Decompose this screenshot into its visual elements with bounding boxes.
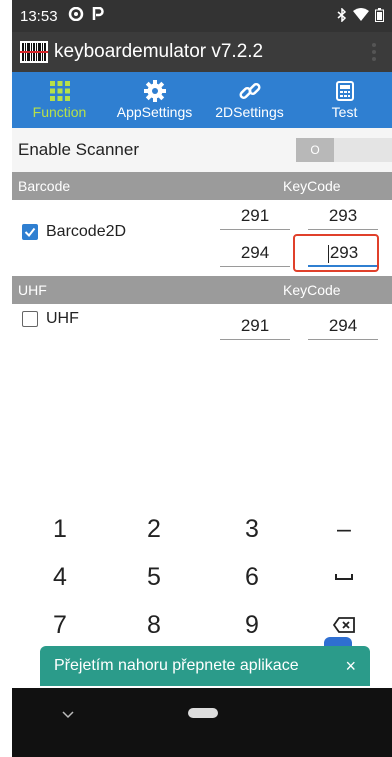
status-bar: 13:53	[12, 0, 392, 32]
key-2[interactable]: 2	[114, 510, 194, 548]
toggle-track	[334, 138, 392, 162]
tab-2dsettings-label: 2DSettings	[215, 104, 284, 120]
swipe-hint-toast: Přejetím nahoru přepnete aplikace ×	[40, 646, 370, 686]
key-8[interactable]: 8	[114, 606, 194, 644]
barcode-keycode-header: KeyCode	[283, 178, 341, 194]
tab-function[interactable]: Function	[12, 72, 107, 128]
tab-test[interactable]: Test	[297, 72, 392, 128]
link-icon	[238, 80, 261, 102]
key-space[interactable]	[304, 558, 384, 596]
tab-bar: Function AppSettings 2DSettings Test	[12, 72, 392, 128]
barcode-section-header: Barcode KeyCode	[12, 172, 392, 200]
backspace-icon	[333, 617, 355, 633]
tab-appsettings-label: AppSettings	[116, 104, 193, 120]
barcode-keycode-field-2[interactable]: 293	[308, 202, 378, 230]
app-title: keyboardemulator v7.2.2	[54, 41, 264, 62]
tab-test-label: Test	[331, 104, 358, 120]
app-bar: keyboardemulator v7.2.2	[12, 32, 392, 72]
phone-screen: 13:53 keyboardemulator v7.2.2 Function A…	[12, 0, 392, 757]
chevron-down-icon[interactable]	[62, 706, 74, 724]
status-time: 13:53	[20, 7, 58, 25]
uhf-label: UHF	[46, 310, 79, 327]
tab-appsettings[interactable]: AppSettings	[107, 72, 202, 128]
calculator-icon	[335, 80, 354, 102]
key-7[interactable]: 7	[20, 606, 100, 644]
battery-icon	[375, 7, 384, 25]
wifi-icon	[353, 8, 369, 24]
key-5[interactable]: 5	[114, 558, 194, 596]
gear-icon	[143, 80, 166, 102]
barcode2d-label: Barcode2D	[46, 223, 127, 240]
focus-highlight-box	[293, 234, 379, 272]
key-6[interactable]: 6	[212, 558, 292, 596]
key-3[interactable]: 3	[212, 510, 292, 548]
barcode2d-checkbox-row[interactable]: Barcode2D	[22, 223, 126, 241]
overflow-menu-icon[interactable]	[364, 43, 384, 61]
enable-scanner-row: Enable Scanner O	[12, 128, 392, 172]
parking-icon	[92, 6, 104, 25]
tab-function-label: Function	[32, 104, 87, 120]
key-1[interactable]: 1	[20, 510, 100, 548]
toggle-knob: O	[296, 138, 334, 162]
bluetooth-icon	[337, 6, 347, 25]
status-right-icons	[337, 6, 384, 25]
system-nav-bar	[12, 688, 392, 757]
uhf-keycode-field-1[interactable]: 291	[220, 312, 290, 340]
cast-icon	[68, 6, 84, 25]
uhf-row: UHF 291 294	[12, 304, 392, 350]
home-pill[interactable]	[188, 708, 218, 718]
key-4[interactable]: 4	[20, 558, 100, 596]
space-key-icon	[335, 574, 353, 580]
close-icon[interactable]: ×	[345, 656, 356, 677]
barcode-logo-icon	[20, 41, 48, 63]
uhf-checkbox-row[interactable]: UHF	[22, 310, 79, 328]
uhf-section-header: UHF KeyCode	[12, 276, 392, 304]
uhf-keycode-field-2[interactable]: 294	[308, 312, 378, 340]
uhf-keycode-header: KeyCode	[283, 282, 341, 298]
barcode-section-title: Barcode	[18, 178, 71, 194]
tab-2dsettings[interactable]: 2DSettings	[202, 72, 297, 128]
toast-text: Přejetím nahoru přepnete aplikace	[54, 657, 299, 674]
checkbox-unchecked-icon[interactable]	[22, 311, 38, 327]
barcode-keycode-field-3[interactable]: 294	[220, 239, 290, 267]
enable-scanner-toggle[interactable]: O	[296, 138, 392, 162]
enable-scanner-label: Enable Scanner	[18, 140, 139, 159]
checkbox-checked-icon[interactable]	[22, 224, 38, 240]
key-minus[interactable]: –	[304, 510, 384, 548]
key-9[interactable]: 9	[212, 606, 292, 644]
uhf-section-title: UHF	[18, 282, 47, 298]
barcode-row: Barcode2D 291 293 294 293	[12, 200, 392, 276]
barcode-keycode-field-1[interactable]: 291	[220, 202, 290, 230]
grid-icon	[49, 80, 70, 102]
